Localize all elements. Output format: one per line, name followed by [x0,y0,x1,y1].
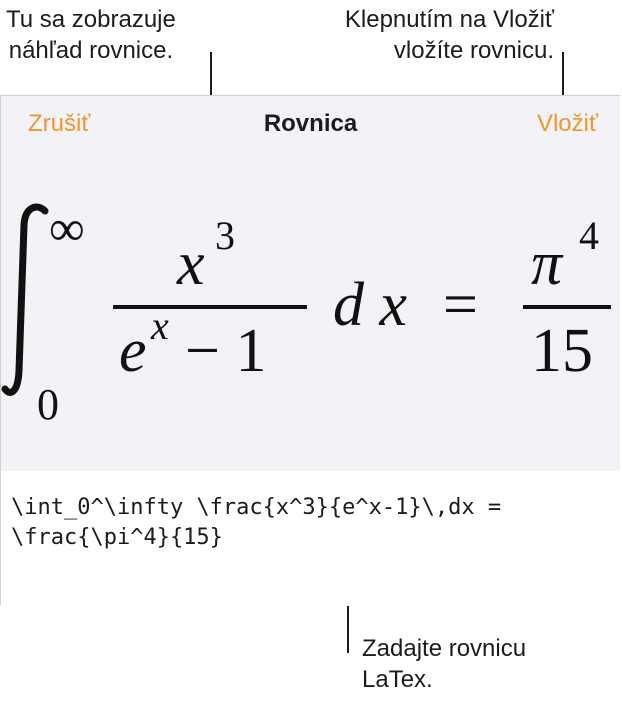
latex-input[interactable]: \int_0^\infty \frac{x^3}{e^x-1}\,dx = \f… [11,493,611,573]
rhs-fraction-bar [523,305,611,309]
equation-dialog: Zrušiť Rovnica Vložiť ∞ 0 x 3 e x − 1 d … [0,95,620,606]
callout-latex-label: Zadajte rovnicu LaTex. [362,633,526,695]
numerator-exponent: 3 [215,213,235,258]
dialog-title: Rovnica [263,110,358,137]
equation-preview-area: Zrušiť Rovnica Vložiť ∞ 0 x 3 e x − 1 d … [1,96,620,471]
latex-editor-area: \int_0^\infty \frac{x^3}{e^x-1}\,dx = \f… [1,471,620,606]
differential: d x [333,271,408,339]
callout-insert-line-1: Klepnutím na Vložiť [344,6,554,33]
rhs-numerator-base: π [531,230,564,298]
denominator-exponent: x [150,303,169,348]
denominator-rest: − 1 [185,317,266,385]
rhs-numerator-exponent: 4 [579,213,599,258]
numerator-base: x [176,230,205,298]
integral-lower-limit: 0 [37,380,59,429]
equation-render: ∞ 0 x 3 e x − 1 d x = π 4 15 [1,201,611,429]
callout-preview-line-1: Tu sa zobrazuje [6,6,176,33]
callout-latex-line-2: LaTex. [362,666,433,693]
cancel-button[interactable]: Zrušiť [28,110,90,138]
fraction-bar [113,305,307,309]
callout-insert-line-2: vložíte rovnicu. [393,37,554,64]
callout-insert-label: Klepnutím na Vložiť vložíte rovnicu. [300,4,554,66]
callout-preview-line-2: náhľad rovnice. [8,37,174,64]
equation-preview: ∞ 0 x 3 e x − 1 d x = π 4 15 [1,201,621,431]
rhs-denominator: 15 [531,317,593,385]
callout-latex-line-1: Zadajte rovnicu [362,635,527,662]
integral-sign [1,203,49,396]
denominator-base: e [119,317,147,385]
integral-upper-limit: ∞ [49,201,85,256]
insert-button[interactable]: Vložiť [537,110,598,138]
callout-preview-label: Tu sa zobrazuje náhľad rovnice. [6,4,176,66]
equals-sign: = [443,271,478,339]
